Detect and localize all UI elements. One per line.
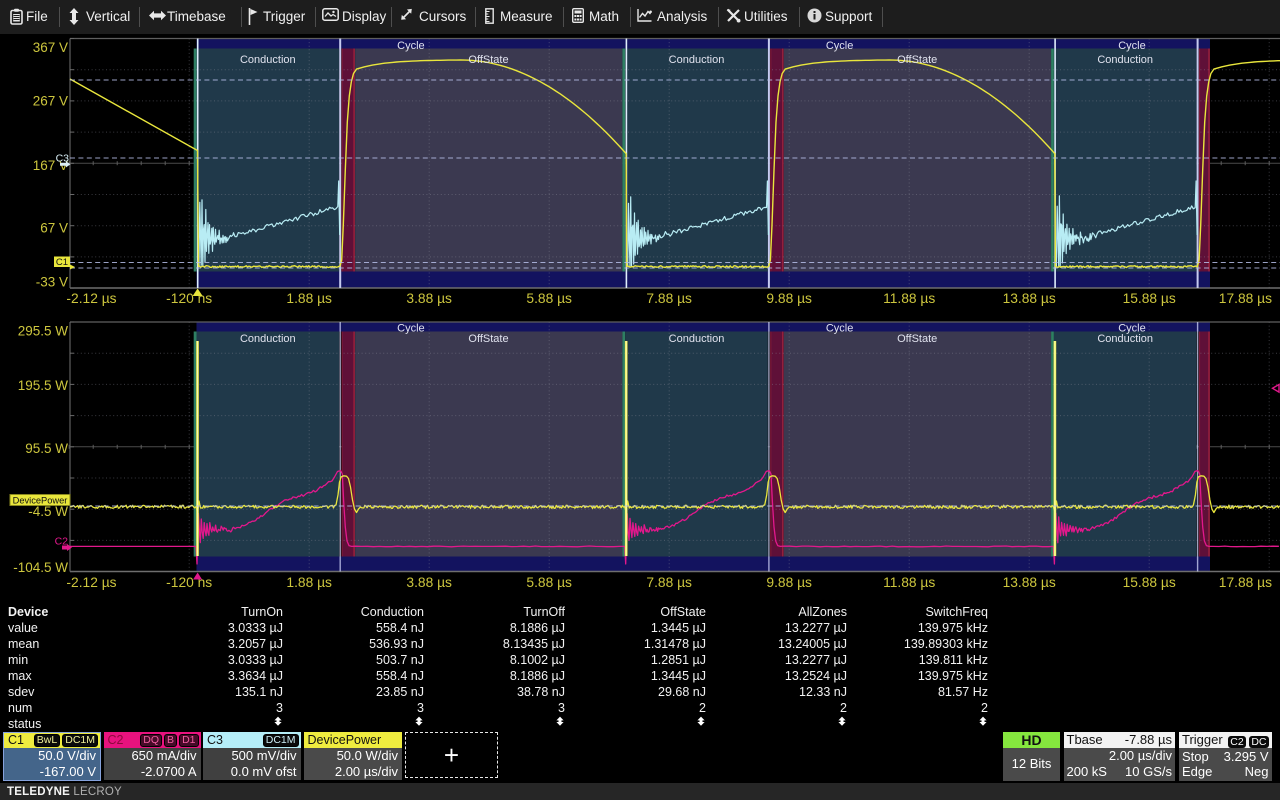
svg-text:-4.5 W: -4.5 W [28,504,68,519]
svg-text:13.88 µs: 13.88 µs [1003,575,1056,590]
svg-text:11.88 µs: 11.88 µs [883,575,935,590]
svg-text:67 V: 67 V [40,221,68,236]
svg-text:5.88 µs: 5.88 µs [526,291,572,306]
svg-text:295.5 W: 295.5 W [18,324,69,339]
svg-text:Conduction: Conduction [240,333,296,345]
svg-text:C1: C1 [56,257,68,268]
svg-text:7.88 µs: 7.88 µs [646,291,692,306]
svg-text:Conduction: Conduction [669,333,725,345]
svg-text:Cycle: Cycle [1118,40,1146,52]
svg-text:-120 ns: -120 ns [166,291,212,306]
svg-text:Conduction: Conduction [1097,54,1153,66]
svg-text:Conduction: Conduction [669,54,725,66]
svg-text:7.88 µs: 7.88 µs [646,575,692,590]
svg-text:9.88 µs: 9.88 µs [766,291,812,306]
svg-text:11.88 µs: 11.88 µs [883,291,935,306]
svg-text:-104.5 W: -104.5 W [13,560,68,575]
svg-text:Cycle: Cycle [397,40,425,52]
svg-text:OffState: OffState [468,54,508,66]
svg-text:1.88 µs: 1.88 µs [286,575,332,590]
svg-text:15.88 µs: 15.88 µs [1123,291,1176,306]
svg-text:3.88 µs: 3.88 µs [406,291,452,306]
svg-text:-2.12 µs: -2.12 µs [66,575,116,590]
svg-text:DevicePower: DevicePower [13,496,68,506]
svg-text:Cycle: Cycle [826,323,854,335]
svg-text:-120 ns: -120 ns [166,575,212,590]
svg-text:-2.12 µs: -2.12 µs [66,291,116,306]
svg-text:OffState: OffState [468,333,508,345]
svg-text:Conduction: Conduction [240,54,296,66]
svg-text:195.5 W: 195.5 W [18,378,69,393]
svg-text:OffState: OffState [897,54,937,66]
svg-text:Cycle: Cycle [826,40,854,52]
svg-text:95.5 W: 95.5 W [25,441,68,456]
svg-text:-33 V: -33 V [36,275,68,290]
svg-text:1.88 µs: 1.88 µs [286,291,332,306]
svg-text:OffState: OffState [897,333,937,345]
svg-text:5.88 µs: 5.88 µs [526,575,572,590]
svg-text:13.88 µs: 13.88 µs [1003,291,1056,306]
svg-text:367 V: 367 V [33,40,68,55]
svg-text:267 V: 267 V [33,94,68,109]
svg-text:15.88 µs: 15.88 µs [1123,575,1176,590]
svg-text:Cycle: Cycle [397,323,425,335]
svg-text:17.88 µs: 17.88 µs [1219,291,1272,306]
svg-text:9.88 µs: 9.88 µs [766,575,812,590]
svg-text:3.88 µs: 3.88 µs [406,575,452,590]
svg-text:17.88 µs: 17.88 µs [1219,575,1272,590]
svg-text:Conduction: Conduction [1097,333,1153,345]
